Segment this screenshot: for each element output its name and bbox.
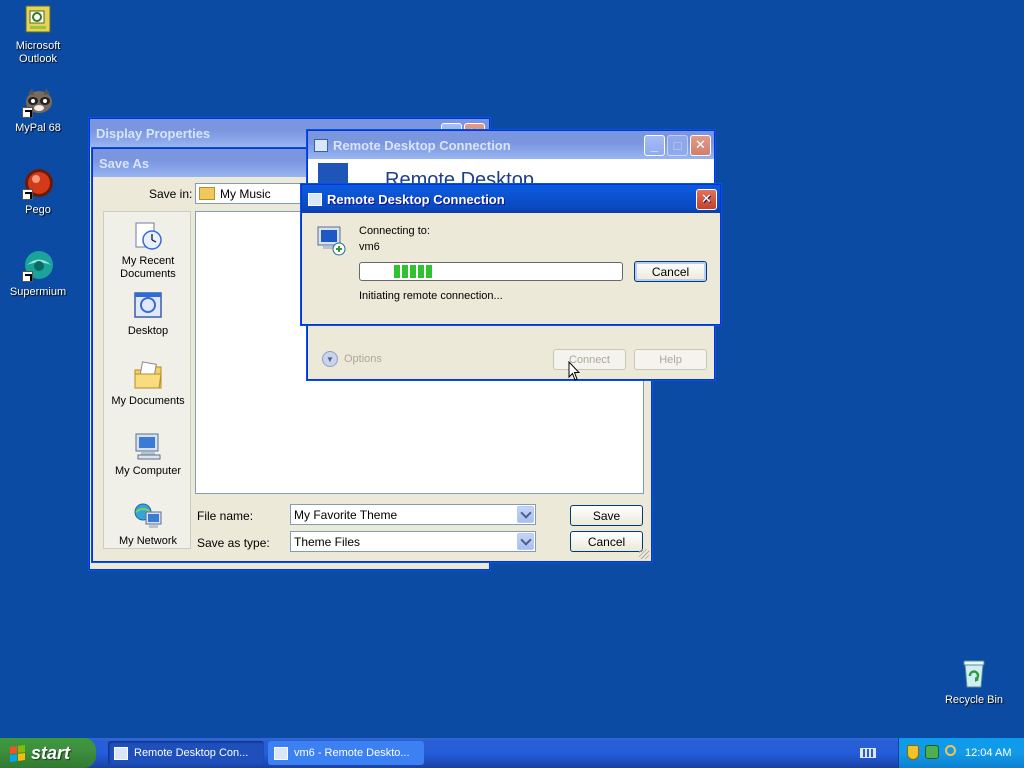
start-button[interactable]: start bbox=[0, 738, 96, 768]
save-as-type-combo[interactable]: Theme Files bbox=[290, 531, 536, 552]
keyboard-icon[interactable] bbox=[860, 748, 876, 758]
recycle-bin-icon bbox=[958, 658, 990, 690]
minimize-button[interactable]: _ bbox=[644, 134, 665, 156]
place-my-network[interactable]: My Network bbox=[104, 500, 192, 548]
place-label: Desktop bbox=[127, 325, 169, 337]
rdc-connecting-titlebar: Remote Desktop Connection ✕ bbox=[302, 185, 720, 213]
desktop-icon-label: Microsoft Outlook bbox=[15, 40, 61, 65]
rdc-connecting-dialog: Remote Desktop Connection ✕ Connecting t… bbox=[301, 184, 721, 325]
save-in-value: My Music bbox=[220, 186, 271, 201]
place-label: My Computer bbox=[114, 465, 182, 477]
options-toggle[interactable]: ▼ Options bbox=[322, 351, 382, 367]
connect-button: Connect bbox=[553, 349, 626, 370]
progress-block bbox=[394, 265, 400, 278]
supermium-icon bbox=[22, 250, 54, 282]
pego-icon bbox=[22, 168, 54, 200]
shortcut-arrow-icon bbox=[22, 107, 33, 118]
progress-block bbox=[426, 265, 432, 278]
network-status-icon[interactable] bbox=[925, 745, 939, 759]
desktop-icon-supermium[interactable]: Supermium bbox=[0, 250, 76, 299]
desktop-icon-label: Pego bbox=[25, 204, 51, 216]
outlook-icon bbox=[22, 4, 54, 36]
rdc-app-icon bbox=[274, 746, 288, 760]
place-label: My Network bbox=[118, 535, 178, 547]
mouse-cursor-icon bbox=[568, 360, 581, 381]
file-name-label: File name: bbox=[197, 509, 254, 523]
save-as-type-value: Theme Files bbox=[294, 534, 361, 549]
rdc-logo-icon bbox=[318, 163, 348, 185]
window-title: Remote Desktop Connection bbox=[333, 137, 511, 153]
start-label: start bbox=[31, 742, 71, 763]
desktop-icon-recycle-bin[interactable]: Recycle Bin bbox=[936, 658, 1012, 707]
system-tray: 12:04 AM bbox=[898, 738, 1024, 768]
options-label: Options bbox=[344, 353, 382, 365]
task-label: Remote Desktop Con... bbox=[134, 747, 249, 759]
resize-grip-icon[interactable] bbox=[639, 549, 649, 559]
file-name-value: My Favorite Theme bbox=[294, 507, 398, 522]
task-label: vm6 - Remote Deskto... bbox=[294, 747, 410, 759]
banner-text: Remote Desktop bbox=[385, 169, 534, 185]
desktop-icon-label: MyPal 68 bbox=[15, 122, 61, 134]
shortcut-arrow-icon bbox=[22, 189, 33, 200]
security-shield-icon[interactable] bbox=[907, 745, 919, 760]
desktop-icon-mypal[interactable]: MyPal 68 bbox=[0, 86, 76, 135]
help-button: Help bbox=[634, 349, 707, 370]
recent-documents-icon bbox=[132, 220, 164, 252]
places-bar: My Recent Documents Desktop My Documents… bbox=[103, 211, 191, 549]
progress-block bbox=[418, 265, 424, 278]
save-as-type-label: Save as type: bbox=[197, 536, 270, 550]
taskbar-item-rdc[interactable]: Remote Desktop Con... bbox=[108, 741, 264, 765]
cancel-connection-button[interactable]: Cancel bbox=[634, 261, 707, 282]
connecting-to-label: Connecting to: bbox=[359, 225, 430, 237]
close-button[interactable]: ✕ bbox=[690, 134, 711, 156]
my-documents-folder-icon bbox=[132, 360, 164, 392]
rdc-app-icon bbox=[308, 192, 322, 206]
my-network-icon bbox=[132, 500, 164, 532]
file-name-combo[interactable]: My Favorite Theme bbox=[290, 504, 536, 525]
maximize-button: □ bbox=[667, 134, 688, 156]
taskbar: start Remote Desktop Con... vm6 - Remote… bbox=[0, 738, 1024, 768]
desktop-icon-label: Supermium bbox=[9, 286, 67, 298]
save-button[interactable]: Save bbox=[570, 505, 643, 526]
search-icon[interactable] bbox=[945, 745, 956, 756]
window-title: Save As bbox=[99, 155, 150, 171]
rdc-banner: Remote Desktop bbox=[308, 159, 714, 185]
place-my-documents[interactable]: My Documents bbox=[104, 360, 192, 408]
desktop-icon-outlook[interactable]: Microsoft Outlook bbox=[0, 4, 76, 66]
place-desktop[interactable]: Desktop bbox=[104, 290, 192, 338]
rdc-computer-icon bbox=[316, 225, 346, 257]
place-label: My Recent Documents bbox=[120, 255, 176, 280]
host-name: vm6 bbox=[359, 241, 380, 253]
desktop-icon-pego[interactable]: Pego bbox=[0, 168, 76, 217]
taskbar-item-vm6[interactable]: vm6 - Remote Deskto... bbox=[268, 741, 424, 765]
save-in-label: Save in: bbox=[149, 187, 193, 201]
desktop-icon bbox=[132, 290, 164, 322]
close-button[interactable]: ✕ bbox=[696, 188, 717, 210]
progress-block bbox=[402, 265, 408, 278]
windows-flag-icon bbox=[10, 744, 25, 762]
shortcut-arrow-icon bbox=[22, 271, 33, 282]
folder-music-icon bbox=[199, 187, 215, 200]
rdc-main-titlebar: Remote Desktop Connection _ □ ✕ bbox=[308, 131, 714, 159]
desktop-icon-label: Recycle Bin bbox=[944, 694, 1004, 706]
mypal-raccoon-icon bbox=[22, 86, 54, 118]
clock: 12:04 AM bbox=[965, 747, 1012, 759]
rdc-app-icon bbox=[314, 138, 328, 152]
place-label: My Documents bbox=[111, 395, 185, 407]
cancel-button[interactable]: Cancel bbox=[570, 531, 643, 552]
place-my-computer[interactable]: My Computer bbox=[104, 430, 192, 478]
place-recent-documents[interactable]: My Recent Documents bbox=[104, 220, 192, 281]
chevron-down-icon[interactable] bbox=[517, 533, 534, 550]
status-text: Initiating remote connection... bbox=[359, 290, 503, 302]
my-computer-icon bbox=[132, 430, 164, 462]
progress-block bbox=[410, 265, 416, 278]
rdc-app-icon bbox=[114, 746, 128, 760]
connection-progress-bar bbox=[359, 262, 623, 281]
window-title: Remote Desktop Connection bbox=[327, 191, 505, 207]
chevron-down-icon[interactable] bbox=[517, 506, 534, 523]
chevron-down-circle-icon: ▼ bbox=[322, 351, 338, 367]
save-in-combo[interactable]: My Music bbox=[195, 183, 305, 204]
